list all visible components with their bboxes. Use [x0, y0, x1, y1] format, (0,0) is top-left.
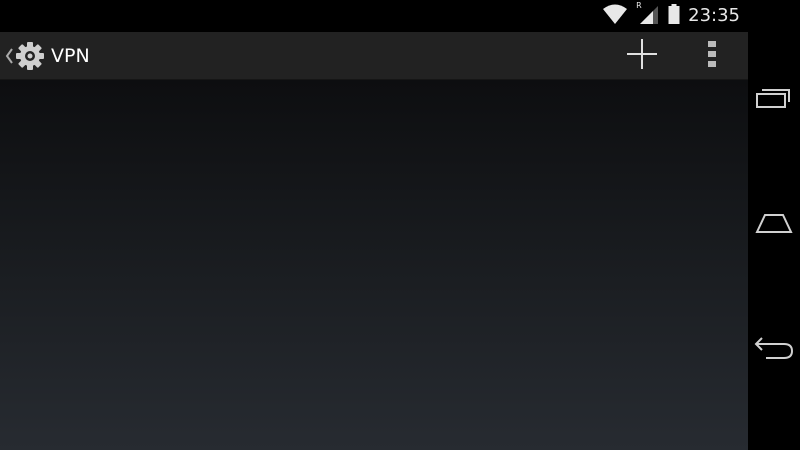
up-navigation-button[interactable]: VPN: [0, 32, 100, 80]
status-bar: R 23:35: [0, 0, 748, 32]
signal-icon: R: [636, 1, 660, 29]
wifi-icon: [602, 3, 628, 29]
home-button[interactable]: [748, 195, 800, 255]
settings-gear-icon: [15, 41, 45, 71]
back-button[interactable]: [748, 320, 800, 380]
battery-icon: [668, 3, 680, 29]
roaming-indicator: R: [636, 1, 642, 10]
plus-icon: [626, 38, 658, 74]
status-time: 23:35: [688, 5, 740, 26]
recents-icon: [755, 86, 793, 114]
up-caret-icon: [5, 48, 13, 64]
android-screen: R 23:35 VPN: [0, 0, 800, 450]
vpn-list-content: [0, 80, 748, 450]
navigation-bar: [748, 0, 800, 450]
recents-button[interactable]: [748, 70, 800, 130]
back-icon: [754, 335, 794, 365]
action-bar: VPN: [0, 32, 748, 80]
home-icon: [755, 211, 793, 239]
status-icons: R 23:35: [602, 0, 740, 32]
overflow-menu-button[interactable]: [690, 32, 734, 80]
page-title: VPN: [51, 45, 90, 67]
add-vpn-button[interactable]: [612, 32, 672, 80]
overflow-menu-icon: [707, 40, 717, 72]
